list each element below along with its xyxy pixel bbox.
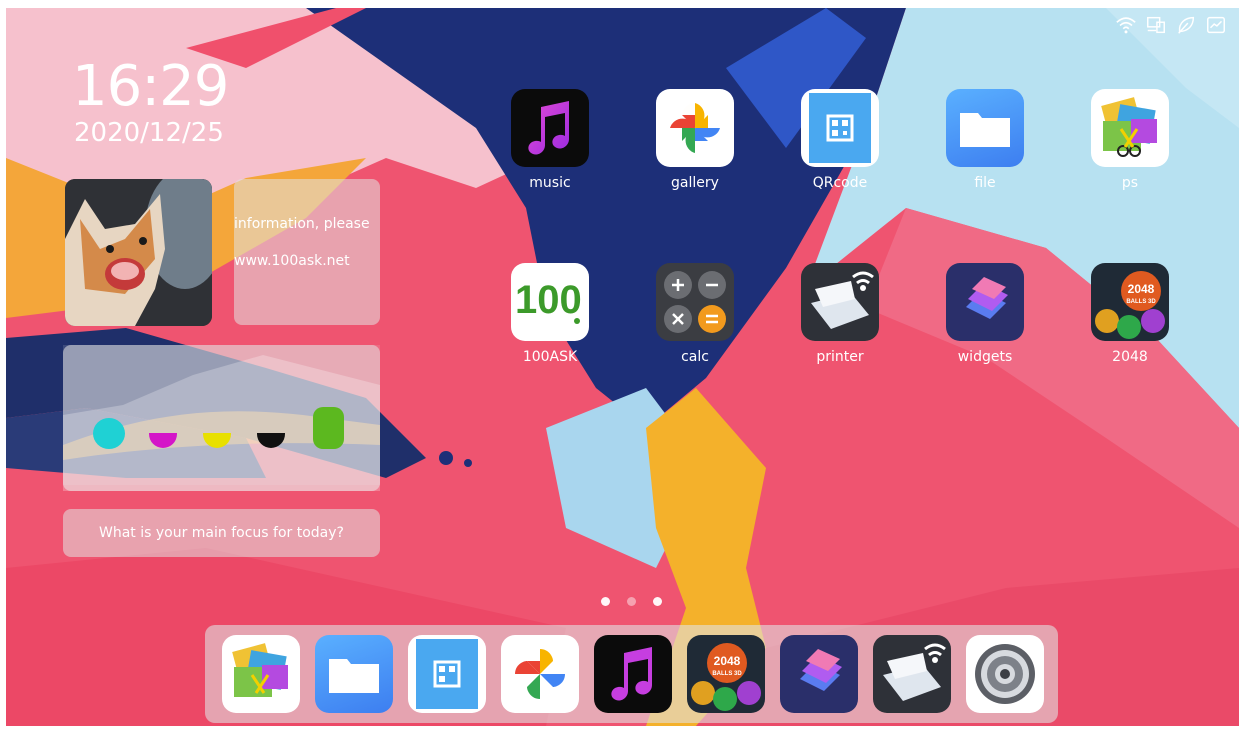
page-dot[interactable]: [653, 597, 662, 606]
app-100ask[interactable]: 100 100ASK: [500, 263, 600, 365]
2048-game-icon[interactable]: 2048 BALLS 3D: [687, 635, 765, 713]
app-qrcode[interactable]: QRcode: [790, 89, 890, 191]
qrcode-icon[interactable]: [408, 635, 486, 713]
color-widget[interactable]: [63, 345, 380, 491]
app-label: printer: [816, 349, 864, 365]
info-text-line1: information, please: [234, 216, 370, 232]
svg-text:100: 100: [515, 278, 582, 322]
info-text-line2: www.100ask.net: [234, 253, 350, 269]
app-calc[interactable]: calc: [645, 263, 745, 365]
app-file[interactable]: file: [935, 89, 1035, 191]
widgets-icon[interactable]: [780, 635, 858, 713]
printer-icon[interactable]: [873, 635, 951, 713]
music-icon: [511, 89, 589, 167]
app-label: ps: [1121, 175, 1139, 191]
game-subtitle-text: BALLS 3D: [712, 671, 742, 677]
app-label: file: [974, 175, 996, 191]
color-swatch-green[interactable]: [313, 407, 344, 449]
app-label: calc: [681, 349, 709, 365]
folder-icon[interactable]: [315, 635, 393, 713]
app-music[interactable]: music: [500, 89, 600, 191]
game-title-text: 2048: [714, 654, 741, 668]
app-label: music: [529, 175, 571, 191]
100ask-logo-icon: 100: [511, 263, 589, 341]
pinwheel-icon: [656, 89, 734, 167]
app-widgets[interactable]: widgets: [935, 263, 1035, 365]
devices-icon[interactable]: [1145, 14, 1167, 36]
game-title-text: 2048: [1128, 282, 1155, 296]
app-printer[interactable]: printer: [790, 263, 890, 365]
app-label: 100ASK: [522, 349, 578, 365]
folder-icon: [946, 89, 1024, 167]
chart-icon[interactable]: [1205, 14, 1227, 36]
dock: 2048 BALLS 3D: [205, 625, 1058, 723]
focus-widget[interactable]: What is your main focus for today?: [63, 509, 380, 557]
focus-prompt: What is your main focus for today?: [99, 525, 344, 541]
calculator-icon: [656, 263, 734, 341]
app-label: gallery: [671, 175, 719, 191]
eco-icon[interactable]: [1175, 14, 1197, 36]
app-label: widgets: [957, 349, 1013, 365]
app-2048[interactable]: 2048 BALLS 3D 2048: [1080, 263, 1180, 365]
game-subtitle-text: BALLS 3D: [1126, 299, 1156, 305]
cat-photo: [65, 179, 212, 326]
clock-date: 2020/12/25: [74, 118, 224, 148]
clock-time: 16:29: [72, 54, 229, 119]
app-label: QRcode: [812, 175, 868, 191]
page-dot[interactable]: [627, 597, 636, 606]
page-indicator[interactable]: [601, 597, 662, 606]
photo-editor-icon: [1091, 89, 1169, 167]
photo-widget[interactable]: [65, 179, 212, 326]
app-ps[interactable]: ps: [1080, 89, 1180, 191]
settings-icon[interactable]: [966, 635, 1044, 713]
printer-icon: [801, 263, 879, 341]
music-icon[interactable]: [594, 635, 672, 713]
widgets-icon: [946, 263, 1024, 341]
app-gallery[interactable]: gallery: [645, 89, 745, 191]
page-dot-active[interactable]: [601, 597, 610, 606]
app-label: 2048: [1112, 349, 1148, 365]
color-swatch-cyan[interactable]: [93, 418, 125, 449]
desktop-screen: 16:29 2020/12/25 information, please www…: [6, 8, 1239, 726]
photo-editor-icon[interactable]: [222, 635, 300, 713]
pinwheel-icon[interactable]: [501, 635, 579, 713]
info-widget[interactable]: information, please www.100ask.net: [234, 179, 380, 325]
status-bar: [1115, 14, 1227, 36]
wifi-icon[interactable]: [1115, 14, 1137, 36]
2048-game-icon: 2048 BALLS 3D: [1091, 263, 1169, 341]
qrcode-icon: [801, 89, 879, 167]
